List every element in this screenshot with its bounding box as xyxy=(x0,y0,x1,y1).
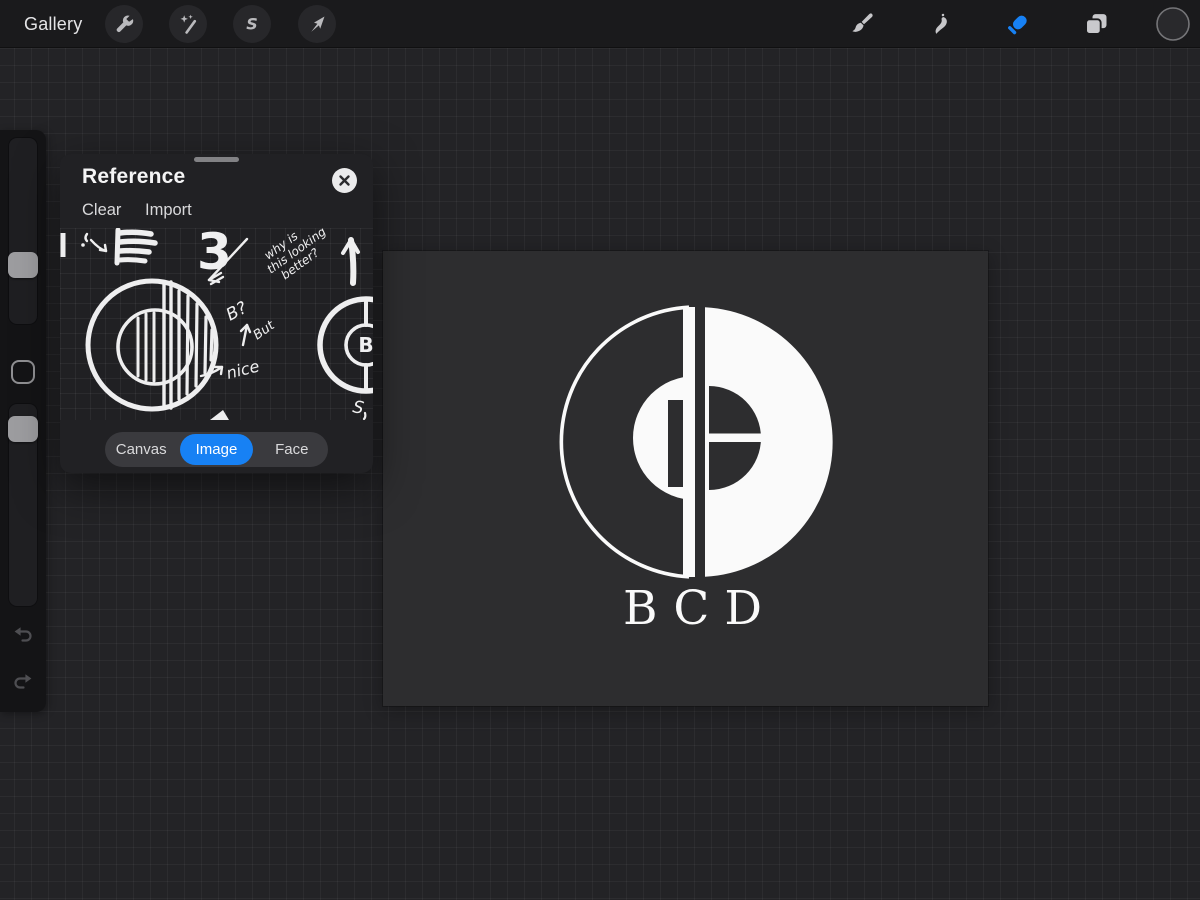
svg-text:B?: B? xyxy=(223,298,251,325)
erase-tool-button[interactable] xyxy=(1004,10,1032,38)
clear-button[interactable]: Clear xyxy=(82,201,121,220)
layers-button[interactable] xyxy=(1082,10,1110,38)
selection-button[interactable]: S xyxy=(233,5,271,43)
svg-text:nice: nice xyxy=(224,356,261,383)
tab-canvas[interactable]: Canvas xyxy=(105,434,177,465)
brush-size-slider-handle[interactable] xyxy=(8,252,38,278)
brush-icon xyxy=(848,10,876,38)
smudge-tool-button[interactable] xyxy=(926,10,954,38)
actions-button[interactable] xyxy=(105,5,143,43)
close-icon xyxy=(338,174,351,187)
transform-arrow-icon xyxy=(305,12,329,36)
color-button[interactable] xyxy=(1156,7,1190,41)
panel-drag-handle[interactable] xyxy=(194,157,239,162)
logo-left-dark-stripe xyxy=(668,400,683,487)
redo-icon xyxy=(12,671,34,693)
logo-text: BCD xyxy=(623,581,777,636)
svg-text:S: S xyxy=(351,397,365,419)
color-swatch xyxy=(1156,7,1190,41)
logo-artwork: BCD xyxy=(383,251,988,706)
svg-text:B: B xyxy=(358,333,373,357)
import-button[interactable]: Import xyxy=(145,201,192,220)
svg-text:S: S xyxy=(246,15,258,34)
paint-tool-button[interactable] xyxy=(848,10,876,38)
transform-button[interactable] xyxy=(298,5,336,43)
top-toolbar: Gallery S xyxy=(0,0,1200,48)
redo-button[interactable] xyxy=(12,671,34,693)
modify-button[interactable] xyxy=(11,360,35,384)
brush-size-slider[interactable] xyxy=(8,137,38,325)
close-button[interactable] xyxy=(332,168,357,193)
svg-text:But: But xyxy=(251,318,279,344)
reference-sketch: 3 B? But xyxy=(60,228,373,420)
layers-icon xyxy=(1082,10,1110,38)
procreate-app: { "topbar": { "gallery_label": "Gallery"… xyxy=(0,0,1200,900)
brush-sidebar xyxy=(0,130,46,712)
tab-face[interactable]: Face xyxy=(256,434,328,465)
wrench-icon xyxy=(112,12,136,36)
eraser-icon xyxy=(1004,10,1032,38)
magic-wand-icon xyxy=(176,12,200,36)
tab-image[interactable]: Image xyxy=(180,434,252,465)
opacity-slider-handle[interactable] xyxy=(8,416,38,442)
gallery-button[interactable]: Gallery xyxy=(24,0,82,48)
undo-button[interactable] xyxy=(12,624,34,646)
reference-panel: Reference Clear Import xyxy=(60,154,373,473)
artboard-canvas[interactable]: BCD xyxy=(383,251,988,706)
undo-icon xyxy=(12,624,34,646)
adjustments-button[interactable] xyxy=(169,5,207,43)
reference-image[interactable]: 3 B? But xyxy=(60,228,373,420)
logo-right-white-stripe xyxy=(709,434,762,443)
reference-tab-bar: Canvas Image Face xyxy=(105,432,328,467)
panel-title: Reference xyxy=(82,165,185,189)
smudge-icon xyxy=(926,10,954,38)
selection-s-icon: S xyxy=(240,12,264,36)
logo-inner-left-disc xyxy=(633,376,695,500)
